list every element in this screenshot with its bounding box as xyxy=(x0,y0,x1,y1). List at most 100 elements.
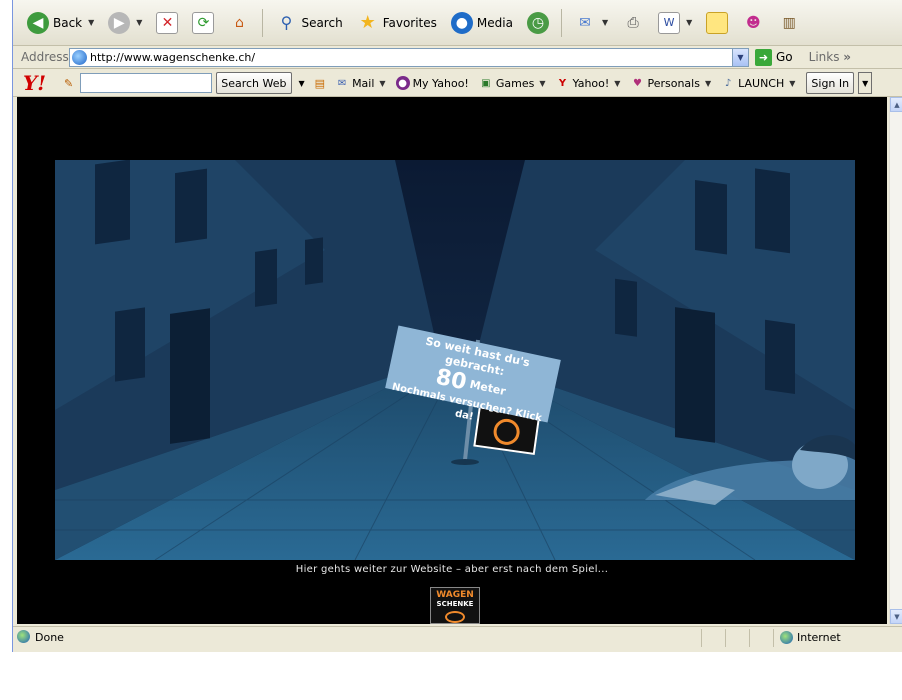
yahoo-item-games[interactable]: ▣ Games ▼ xyxy=(476,76,549,90)
scroll-up-icon[interactable]: ▲ xyxy=(890,97,902,112)
back-button[interactable]: ◀ Back ▼ xyxy=(23,7,98,39)
page-status-icon xyxy=(17,630,30,643)
yahoo-item-launch[interactable]: ♪ LAUNCH ▼ xyxy=(718,76,798,90)
back-dropdown-icon[interactable]: ▼ xyxy=(88,18,94,27)
yahoo-item-label: Yahoo! xyxy=(572,76,610,90)
messenger-icon: ☻ xyxy=(745,14,761,31)
back-label: Back xyxy=(53,15,83,30)
dropdown-icon: ▼ xyxy=(379,78,386,88)
distance-unit: Meter xyxy=(468,377,507,399)
go-label: Go xyxy=(776,50,793,64)
forward-button[interactable]: ▶ ▼ xyxy=(104,7,146,39)
refresh-icon: ⟳ xyxy=(192,11,215,34)
launch-icon: ♪ xyxy=(724,77,732,89)
chevron-right-icon: » xyxy=(843,50,852,64)
mail-dropdown-icon[interactable]: ▼ xyxy=(602,18,608,27)
yahoo-logo[interactable]: Y! xyxy=(23,71,57,95)
yahoo-item-label: Games xyxy=(495,76,535,90)
favorites-button[interactable]: ★ Favorites xyxy=(353,7,441,39)
go-button[interactable]: ➜ Go xyxy=(755,48,793,66)
stop-button[interactable]: ✕ xyxy=(152,7,182,39)
print-button[interactable]: ⎙ xyxy=(618,7,648,39)
security-zone[interactable]: Internet xyxy=(773,628,902,647)
search-button[interactable]: ⚲ Search xyxy=(271,7,346,39)
continue-link[interactable]: Hier gehts weiter zur Website – aber ers… xyxy=(17,564,887,575)
favorites-label: Favorites xyxy=(382,15,437,30)
yahoo-search-button[interactable]: Search Web xyxy=(216,72,292,94)
sign-in-dropdown-icon[interactable]: ▼ xyxy=(858,72,873,94)
yahoo-item-yahoo[interactable]: Y Yahoo! ▼ xyxy=(553,76,624,90)
toolbar-separator xyxy=(262,8,264,37)
mail-button[interactable]: ✉ ▼ xyxy=(570,7,612,39)
yahoo-bookmarks-icon[interactable]: ▤ xyxy=(312,77,328,90)
page-icon xyxy=(72,49,87,65)
media-globe-icon: ● xyxy=(450,11,473,34)
status-cell xyxy=(701,628,725,647)
links-button[interactable]: Links » xyxy=(809,50,851,64)
messenger-button[interactable]: ☻ xyxy=(738,7,768,39)
scroll-down-icon[interactable]: ▼ xyxy=(890,609,902,624)
yahoo-item-label: Personals xyxy=(647,76,700,90)
dropdown-icon: ▼ xyxy=(789,78,796,88)
yahoo-item-my-yahoo[interactable]: ● My Yahoo! xyxy=(393,76,472,90)
yahoo-item-label: LAUNCH xyxy=(738,76,785,90)
address-input[interactable]: http://www.wagenschenke.ch/ ▼ xyxy=(69,47,749,67)
logo-word-wagen: WAGEN xyxy=(436,590,474,600)
status-bar: Done Internet xyxy=(13,626,902,648)
page-content: WAGEN SCHENKE So weit hast du's gebracht… xyxy=(17,97,887,624)
yahoo-y-icon: Y xyxy=(558,77,567,89)
pencil-icon[interactable]: ✎ xyxy=(61,77,76,90)
note-icon xyxy=(706,11,729,34)
logo-word-schenke: SCHENKE xyxy=(436,600,474,608)
internet-globe-icon xyxy=(780,631,793,644)
links-label: Links xyxy=(808,50,840,64)
address-label: Address xyxy=(21,50,69,64)
dropdown-icon: ▼ xyxy=(614,78,621,88)
personals-icon: ♥ xyxy=(632,77,642,89)
vertical-scrollbar[interactable]: ▲ ▼ xyxy=(889,97,902,624)
standard-toolbar: ◀ Back ▼ ▶ ▼ ✕ ⟳ ⌂ ⚲ Search ★ Favorites … xyxy=(13,0,902,46)
yahoo-search-input[interactable] xyxy=(80,73,213,93)
go-arrow-icon: ➜ xyxy=(755,48,772,66)
star-icon: ★ xyxy=(359,12,376,33)
media-button[interactable]: ● Media xyxy=(447,7,517,39)
envelope-icon: ✉ xyxy=(337,77,347,89)
stop-icon: ✕ xyxy=(156,11,179,34)
back-arrow-icon: ◀ xyxy=(27,11,49,34)
my-yahoo-icon: ● xyxy=(395,76,410,90)
forward-arrow-icon: ▶ xyxy=(108,11,131,34)
wheel-icon xyxy=(445,611,465,623)
dropdown-icon: ▼ xyxy=(704,78,712,88)
address-dropdown-icon[interactable]: ▼ xyxy=(732,48,748,66)
research-button[interactable]: ▥ xyxy=(774,7,804,39)
media-label: Media xyxy=(476,15,513,30)
word-icon: W xyxy=(658,11,681,34)
address-bar: Address http://www.wagenschenke.ch/ ▼ ➜ … xyxy=(13,46,902,69)
history-button[interactable]: ◷ xyxy=(523,7,553,39)
forward-dropdown-icon[interactable]: ▼ xyxy=(136,18,142,27)
yahoo-search-dropdown-icon[interactable]: ▼ xyxy=(296,79,308,88)
status-cell xyxy=(749,628,773,647)
wagenschenke-footer-logo[interactable]: WAGEN SCHENKE xyxy=(430,587,480,624)
yahoo-item-label: My Yahoo! xyxy=(412,76,469,90)
yahoo-toolbar: Y! ✎ Search Web ▼ ▤ ✉ Mail ▼ ● My Yahoo!… xyxy=(13,70,902,97)
yahoo-item-mail[interactable]: ✉ Mail ▼ xyxy=(332,76,389,90)
home-button[interactable]: ⌂ xyxy=(224,7,254,39)
mail-icon: ✉ xyxy=(579,14,591,31)
games-icon: ▣ xyxy=(481,77,491,89)
browser-window: ◀ Back ▼ ▶ ▼ ✕ ⟳ ⌂ ⚲ Search ★ Favorites … xyxy=(12,0,902,652)
edit-button[interactable]: W ▼ xyxy=(654,7,696,39)
dropdown-icon: ▼ xyxy=(539,78,546,88)
yahoo-item-label: Mail xyxy=(352,76,375,90)
printer-icon: ⎙ xyxy=(627,14,639,31)
edit-dropdown-icon[interactable]: ▼ xyxy=(686,18,692,27)
home-icon: ⌂ xyxy=(235,14,244,31)
search-label: Search xyxy=(301,15,343,30)
search-icon: ⚲ xyxy=(280,13,293,32)
status-cell xyxy=(725,628,749,647)
yahoo-item-personals[interactable]: ♥ Personals ▼ xyxy=(627,76,714,90)
sign-in-button[interactable]: Sign In xyxy=(806,72,855,94)
refresh-button[interactable]: ⟳ xyxy=(188,7,218,39)
discuss-button[interactable] xyxy=(702,7,732,39)
status-text: Done xyxy=(35,631,64,644)
